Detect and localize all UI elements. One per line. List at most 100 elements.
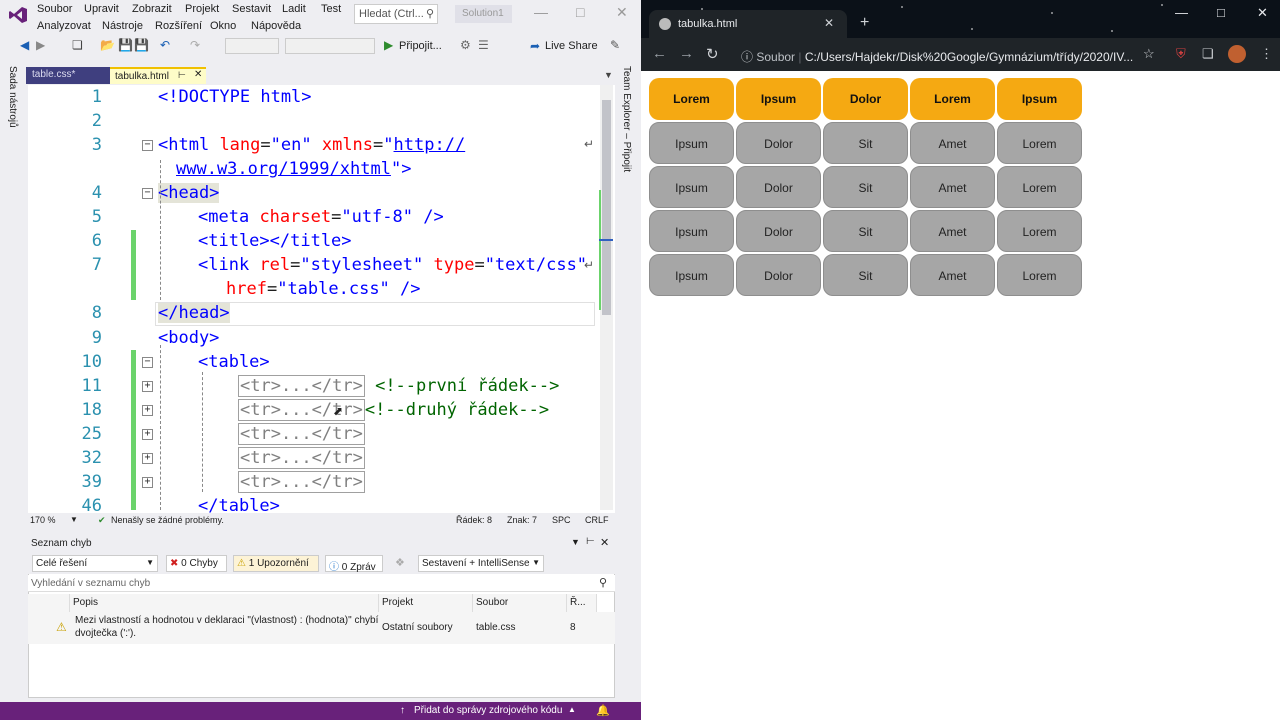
open-folder-icon[interactable]: 📂 [100,38,115,52]
collapsed-tr-block[interactable]: <tr>...</tr> [238,375,365,397]
minimize-icon[interactable]: — [1175,5,1188,20]
errors-filter-button[interactable]: ✖ 0 Chyby [166,555,227,572]
configuration-dropdown[interactable] [225,38,279,54]
extensions-puzzle-icon[interactable]: ❏ [1202,46,1214,62]
address-bar[interactable]: ⓘ Soubor | C:/Users/Hajdekr/Disk%20Googl… [733,42,1163,68]
close-icon[interactable]: ✕ [1257,5,1268,21]
feedback-icon[interactable]: ✎ [610,38,620,52]
live-share-icon[interactable]: ➦ [530,39,540,53]
expand-icon[interactable]: + [142,477,153,488]
filter-icon[interactable]: ❖ [395,556,405,569]
collapsed-tr-block[interactable]: <tr>...</tr> [238,471,365,493]
menu-zobrazit[interactable]: Zobrazit [132,3,172,15]
menu-kebab-icon[interactable]: ⋮ [1260,46,1273,62]
new-tab-icon[interactable]: + [860,14,869,32]
back-arrow-icon[interactable]: ◀ [20,38,29,52]
live-share-button[interactable]: Live Share [545,40,598,52]
bookmark-star-icon[interactable]: ☆ [1143,46,1155,62]
save-all-icon[interactable]: 💾 [134,38,149,52]
attach-button[interactable]: Připojit... [399,40,442,52]
close-icon[interactable]: ✕ [616,4,628,21]
save-icon[interactable]: 💾 [118,38,133,52]
back-arrow-icon[interactable]: ← [652,45,667,62]
messages-filter-button[interactable]: ⓘ 0 Zpráv [325,555,383,573]
table-cell: Sit [823,166,908,208]
vs-search-box[interactable]: Hledat (Ctrl... ⚲ [354,4,438,24]
undo-icon[interactable]: ↶ [160,38,170,52]
table-cell: Lorem [997,122,1082,164]
menu-okno[interactable]: Okno [210,20,236,32]
toolbar-format-icon[interactable]: ☰ [478,38,489,52]
menu-nastroje[interactable]: Nástroje [102,20,143,32]
xmlns-link-1[interactable]: http:// [394,135,466,155]
vs-title-bar: Soubor Upravit Zobrazit Projekt Sestavit… [0,0,641,34]
maximize-icon[interactable]: □ [1217,5,1225,20]
build-source-dropdown[interactable]: Sestavení + IntelliSense ▼ [418,555,544,572]
upload-arrow-icon: ↑ [400,705,405,716]
collapsed-tr-block[interactable]: <tr>...</tr> [238,399,365,421]
reload-icon[interactable]: ↻ [706,45,719,63]
platform-dropdown[interactable] [285,38,375,54]
menu-upravit[interactable]: Upravit [84,3,119,15]
error-description-cont: dvojtečka (':'). [75,628,137,639]
forward-arrow-icon[interactable]: → [679,45,694,62]
collapsed-tr-block[interactable]: <tr>...</tr> [238,423,365,445]
address-url: C:/Users/Hajdekr/Disk%20Google/Gymnázium… [804,50,1134,64]
menu-projekt[interactable]: Projekt [185,3,219,15]
column-header-file[interactable]: Soubor [473,594,567,612]
code-line: www.w3.org/1999/xhtml"> [176,159,412,179]
forward-arrow-icon[interactable]: ▶ [36,38,45,52]
panel-dropdown-icon[interactable]: ▼ [571,537,580,547]
zoom-dropdown-icon[interactable]: ▼ [70,515,78,524]
scope-dropdown[interactable]: Celé řešení ▼ [32,555,158,572]
source-control-button[interactable]: Přidat do správy zdrojového kódu [414,705,562,716]
close-tab-icon[interactable]: ✕ [824,16,834,30]
menu-analyzovat[interactable]: Analyzovat [37,20,91,32]
column-header-project[interactable]: Projekt [379,594,473,612]
tab-dropdown-icon[interactable]: ▼ [604,70,613,80]
table-cell: Dolor [736,166,821,208]
zoom-level[interactable]: 170 % [30,515,56,525]
expand-icon[interactable]: + [142,429,153,440]
minimize-icon[interactable]: — [534,4,548,20]
collapse-icon[interactable]: − [142,357,153,368]
collapsed-tr-block[interactable]: <tr>...</tr> [238,447,365,469]
menu-sestavit[interactable]: Sestavit [232,3,271,15]
column-header-description[interactable]: Popis [70,594,379,612]
team-explorer-tab[interactable]: Team Explorer – Připojit [621,66,632,172]
toolbar-tool-icon[interactable]: ⚙ [460,38,471,52]
xmlns-link-2[interactable]: www.w3.org/1999/xhtml [176,159,391,179]
expand-icon[interactable]: + [142,405,153,416]
expand-icon[interactable]: + [142,453,153,464]
collapse-icon[interactable]: − [142,188,153,199]
extension-shield-icon[interactable]: ⛨ [1176,46,1186,62]
menu-test[interactable]: Test [321,3,341,15]
toolbox-tab[interactable]: Sada nástrojů [7,66,18,128]
new-project-icon[interactable]: ❏ [72,38,83,52]
collapse-icon[interactable]: − [142,140,153,151]
warnings-filter-button[interactable]: ⚠ 1 Upozornění [233,555,319,572]
pin-icon[interactable]: ⊢ [586,536,595,547]
tab-table-css[interactable]: table.css* [26,67,110,84]
menu-soubor[interactable]: Soubor [37,3,72,15]
error-search-input[interactable]: Vyhledání v seznamu chyb ⚲ [28,575,615,592]
close-tab-icon[interactable]: ✕ [194,69,202,80]
menu-rozsireni[interactable]: Rozšíření [155,20,202,32]
close-panel-icon[interactable]: ✕ [600,536,609,549]
menu-ladit[interactable]: Ladit [282,3,306,15]
scrollbar-thumb[interactable] [602,100,611,315]
menu-napoveda[interactable]: Nápověda [251,20,301,32]
redo-icon[interactable]: ↷ [190,38,200,52]
play-icon[interactable]: ▶ [384,38,393,52]
issues-status[interactable]: Nenašly se žádné problémy. [111,515,224,525]
expand-icon[interactable]: + [142,381,153,392]
warning-icon: ⚠ [237,558,246,569]
column-header-icon[interactable] [28,594,70,612]
pin-icon[interactable]: ⊢ [178,70,186,81]
notification-bell-icon[interactable]: 🔔 [596,704,610,717]
browser-tab[interactable]: tabulka.html ✕ [649,10,847,38]
avatar[interactable] [1228,45,1246,63]
tab-tabulka-html[interactable]: tabulka.html ⊢ ✕ [110,67,206,84]
column-header-line[interactable]: Ř... [567,594,597,612]
maximize-icon[interactable]: □ [576,4,584,20]
